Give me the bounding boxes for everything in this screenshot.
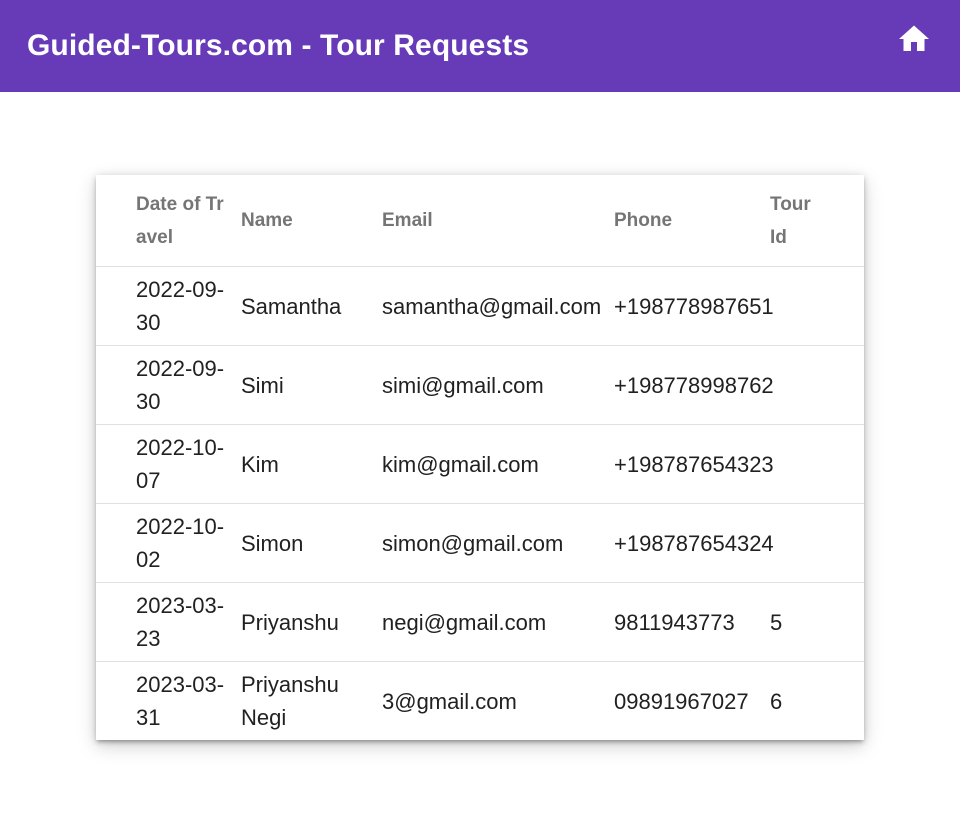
- column-header-date: Date of Travel: [96, 175, 241, 267]
- app-toolbar: Guided-Tours.com - Tour Requests: [0, 0, 960, 92]
- column-header-label: Tour Id: [770, 193, 811, 248]
- cell-date: 2022-10-02: [96, 503, 241, 583]
- cell-tour-id: [770, 266, 864, 346]
- cell-name-text: Priyanshu Negi: [241, 672, 339, 730]
- cell-name: Priyanshu Negi: [241, 662, 382, 741]
- cell-date-text: 2022-09-30: [136, 356, 225, 414]
- cell-date: 2023-03-23: [96, 582, 241, 662]
- requests-card: Date of Travel Name Email Phone Tour Id …: [96, 175, 864, 740]
- cell-name-text: Simi: [241, 372, 284, 398]
- table-row: 2022-09-30 Samantha samantha@gmail.com +…: [96, 266, 864, 346]
- home-button[interactable]: [893, 18, 935, 60]
- cell-tour-id: [770, 424, 864, 504]
- table-row: 2023-03-31 Priyanshu Negi 3@gmail.com 09…: [96, 662, 864, 741]
- cell-date-text: 2022-10-07: [136, 435, 225, 493]
- cell-date: 2022-09-30: [96, 266, 241, 346]
- cell-name-text: Priyanshu: [241, 609, 339, 635]
- cell-phone: +198787654324: [614, 503, 774, 583]
- cell-name-text: Samantha: [241, 293, 342, 319]
- tour-requests-table: Date of Travel Name Email Phone Tour Id …: [96, 175, 864, 740]
- cell-phone: +198778987651: [614, 266, 774, 346]
- cell-name: Samantha: [241, 266, 382, 346]
- table-row: 2022-10-07 Kim kim@gmail.com +1987876543…: [96, 424, 864, 504]
- cell-date: 2023-03-31: [96, 662, 241, 741]
- cell-phone: 9811943773: [614, 582, 770, 662]
- cell-date: 2022-09-30: [96, 345, 241, 425]
- cell-email: simon@gmail.com: [382, 503, 614, 583]
- table-row: 2022-10-02 Simon simon@gmail.com +198787…: [96, 503, 864, 583]
- cell-name-text: Simon: [241, 530, 304, 556]
- home-icon: [899, 25, 929, 51]
- column-header-tour-id: Tour Id: [770, 175, 864, 267]
- cell-phone: 09891967027: [614, 688, 749, 714]
- cell-date-text: 2022-10-02: [136, 514, 225, 572]
- page-title: Guided-Tours.com - Tour Requests: [27, 29, 530, 62]
- cell-name: Simi: [241, 345, 382, 425]
- table-row: 2022-09-30 Simi simi@gmail.com +19877899…: [96, 345, 864, 425]
- table-header-row: Date of Travel Name Email Phone Tour Id: [96, 175, 864, 267]
- column-header-label: Date of Travel: [136, 193, 224, 248]
- cell-date-text: 2023-03-31: [136, 672, 225, 730]
- cell-tour-id: 6: [770, 688, 783, 714]
- cell-email: negi@gmail.com: [382, 582, 614, 662]
- cell-name-text: Kim: [241, 451, 279, 477]
- cell-date-text: 2023-03-23: [136, 593, 225, 651]
- column-header-phone: Phone: [614, 175, 770, 267]
- cell-email: samantha@gmail.com: [382, 266, 614, 346]
- cell-date: 2022-10-07: [96, 424, 241, 504]
- cell-date-text: 2022-09-30: [136, 277, 225, 335]
- column-header-name: Name: [241, 175, 382, 267]
- table-row: 2023-03-23 Priyanshu negi@gmail.com 9811…: [96, 582, 864, 662]
- cell-tour-id: [770, 503, 864, 583]
- cell-name: Kim: [241, 424, 382, 504]
- cell-phone: +198778998762: [614, 345, 774, 425]
- cell-name: Simon: [241, 503, 382, 583]
- cell-name: Priyanshu: [241, 582, 382, 662]
- cell-tour-id: 5: [770, 582, 864, 662]
- cell-email: simi@gmail.com: [382, 345, 614, 425]
- cell-email: 3@gmail.com: [382, 688, 517, 714]
- cell-phone: +198787654323: [614, 424, 774, 504]
- cell-email: kim@gmail.com: [382, 424, 614, 504]
- column-header-email: Email: [382, 175, 614, 267]
- cell-tour-id: [770, 345, 864, 425]
